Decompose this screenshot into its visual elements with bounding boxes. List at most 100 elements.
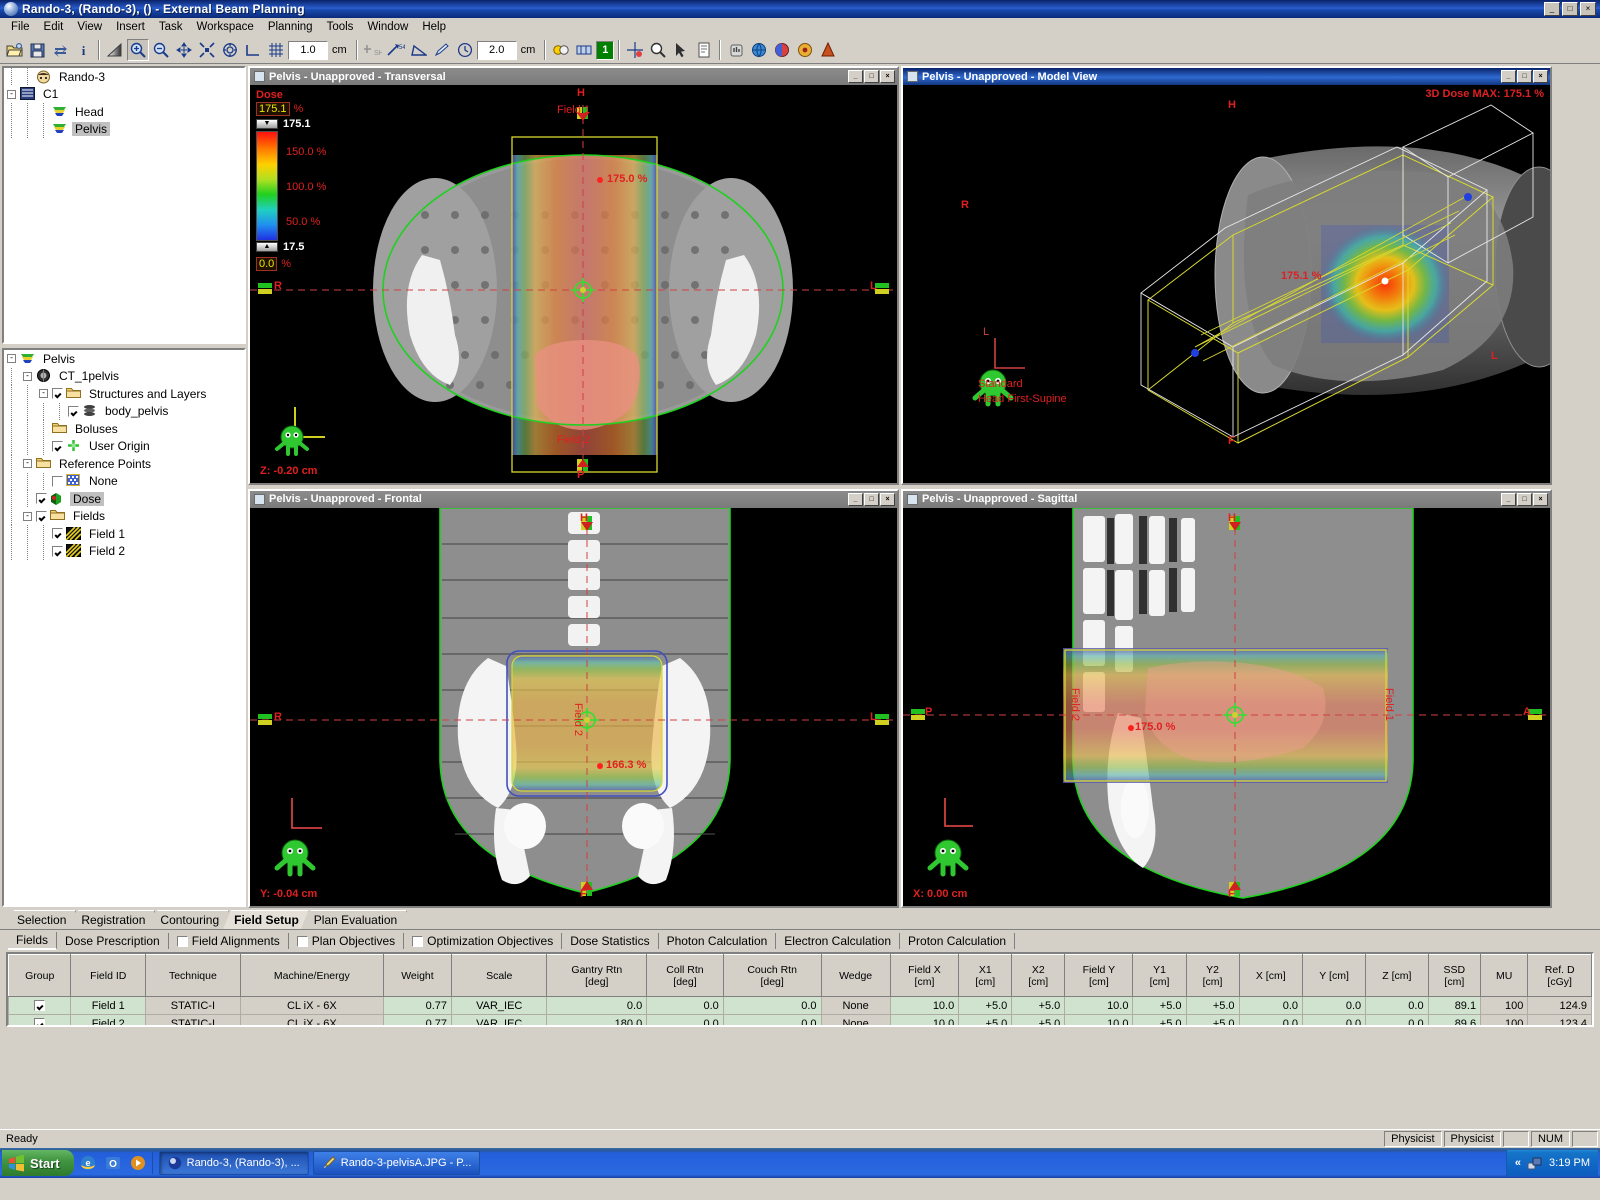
tree-item[interactable]: - Reference Points (4, 455, 244, 473)
angle-icon[interactable] (408, 39, 430, 61)
tree-item[interactable]: - Pelvis (4, 350, 244, 368)
tab-plan-objectives[interactable]: Plan Objectives (289, 933, 405, 949)
ruler-icon[interactable] (242, 39, 264, 61)
cell-gantry[interactable]: 0.0 (546, 996, 648, 1015)
tree-expander[interactable]: - (20, 455, 36, 472)
tree-item[interactable]: Dose (4, 490, 244, 508)
cell-y1[interactable]: +5.0 (1132, 1014, 1187, 1025)
cell-x1[interactable]: +5.0 (958, 996, 1013, 1015)
tree-checkbox[interactable] (52, 440, 63, 452)
open-icon[interactable] (3, 39, 25, 61)
taskbar-item[interactable]: Rando-3-pelvisA.JPG - P... (312, 1151, 481, 1175)
viewport-minimize-button[interactable]: _ (1501, 492, 1516, 506)
tree-item[interactable]: - C1 (4, 86, 244, 104)
tab-dose-statistics[interactable]: Dose Statistics (562, 933, 659, 949)
column-header[interactable]: Wedge (820, 954, 891, 997)
menu-item-planning[interactable]: Planning (261, 19, 320, 35)
dose-max-input[interactable]: 175.1 (256, 102, 290, 116)
cell-y2[interactable]: +5.0 (1185, 996, 1240, 1015)
cell-field_id[interactable]: Field 1 (70, 996, 147, 1015)
workspace-tab-selection[interactable]: Selection (6, 910, 76, 929)
workspace-tab-contouring[interactable]: Contouring (149, 910, 229, 929)
cell-gantry[interactable]: 180.0 (546, 1014, 648, 1025)
cell-field_id[interactable]: Field 2 (70, 1014, 147, 1025)
pencil-icon[interactable] (431, 39, 453, 61)
menu-item-view[interactable]: View (70, 19, 109, 35)
tree-item[interactable]: - CT_1pelvis (4, 367, 244, 386)
tab-checkbox[interactable] (176, 935, 188, 947)
tree-checkbox[interactable] (52, 545, 63, 557)
tree-expander[interactable]: - (4, 350, 20, 367)
info-icon[interactable]: i (72, 39, 94, 61)
group-checkbox[interactable] (34, 1018, 46, 1025)
globe-icon[interactable] (748, 39, 770, 61)
rotate-icon[interactable] (219, 39, 241, 61)
menu-item-edit[interactable]: Edit (37, 19, 71, 35)
tab-optimization-objectives[interactable]: Optimization Objectives (404, 933, 563, 949)
tree-expander[interactable]: - (20, 508, 36, 525)
column-header[interactable]: Field ID (70, 954, 147, 997)
cell-x[interactable]: 0.0 (1238, 996, 1304, 1015)
column-header[interactable]: X [cm] (1238, 954, 1304, 997)
contrast-icon[interactable] (104, 39, 126, 61)
column-header[interactable]: X1 [cm] (958, 954, 1013, 997)
cell-ssd[interactable]: 89.1 (1427, 996, 1482, 1015)
table-row[interactable]: Field 1 STATIC-I CL iX - 6X 0.77 VAR_IEC 0.0 0… (8, 996, 1592, 1015)
dose-colorbar[interactable]: Dose 175.1 % ▼ 175.1 150.0 % 100.0 % 50.… (256, 89, 356, 271)
cell-machine[interactable]: CL iX - 6X (239, 1014, 384, 1025)
tree-item[interactable]: Field 1 (4, 525, 244, 543)
cell-ssd[interactable]: 89.6 (1427, 1014, 1482, 1025)
column-header[interactable]: SSD [cm] (1427, 954, 1482, 997)
viewport-close-button[interactable]: × (1533, 70, 1548, 83)
viewport-close-button[interactable]: × (880, 492, 895, 506)
column-header[interactable]: Coll Rtn [deg] (646, 954, 724, 997)
column-header[interactable]: Y [cm] (1302, 954, 1367, 997)
transversal-canvas[interactable]: Dose 175.1 % ▼ 175.1 150.0 % 100.0 % 50.… (250, 85, 897, 483)
group-cell[interactable] (8, 996, 72, 1015)
menu-item-window[interactable]: Window (360, 19, 415, 35)
column-header[interactable]: Weight (382, 954, 453, 997)
minimize-button[interactable]: _ (1544, 2, 1560, 16)
cell-scale[interactable]: VAR_IEC (451, 1014, 548, 1025)
menu-item-file[interactable]: File (4, 19, 37, 35)
tab-proton-calculation[interactable]: Proton Calculation (900, 933, 1016, 949)
tab-checkbox[interactable] (412, 935, 424, 947)
tree-item[interactable]: Boluses (4, 420, 244, 438)
cell-technique[interactable]: STATIC-I (145, 1014, 241, 1025)
dose-step-input[interactable]: 2.0 (476, 40, 517, 60)
taskbar-item[interactable]: Rando-3, (Rando-3), ... (158, 1151, 309, 1175)
viewport-close-button[interactable]: × (1533, 492, 1548, 506)
cell-coll[interactable]: 0.0 (646, 1014, 724, 1025)
group-checkbox[interactable] (34, 1000, 46, 1011)
clock-icon[interactable] (454, 39, 476, 61)
slice-index-field[interactable]: 1 (596, 40, 615, 60)
media-icon[interactable] (127, 1152, 149, 1174)
cell-z[interactable]: 0.0 (1365, 1014, 1429, 1025)
patient-tree[interactable]: Rando-3 - C1 Head Pelvis (2, 66, 246, 344)
dose-color-gradient[interactable] (256, 131, 278, 241)
transfer-icon[interactable] (49, 39, 71, 61)
add-point-icon[interactable]: SH (362, 39, 384, 61)
ie-icon[interactable]: e (77, 1152, 99, 1174)
cell-weight[interactable]: 0.77 (382, 1014, 453, 1025)
workspace-tab-field-setup[interactable]: Field Setup (223, 910, 309, 929)
outlook-icon[interactable]: O (102, 1152, 124, 1174)
cell-z[interactable]: 0.0 (1365, 996, 1429, 1015)
workspace-tab-plan-evaluation[interactable]: Plan Evaluation (303, 910, 407, 929)
tree-checkbox[interactable] (36, 493, 47, 505)
cell-y[interactable]: 0.0 (1302, 996, 1367, 1015)
cell-y1[interactable]: +5.0 (1132, 996, 1187, 1015)
tree-item[interactable]: Head (4, 103, 244, 121)
zoom-out-icon[interactable] (150, 39, 172, 61)
cell-scale[interactable]: VAR_IEC (451, 996, 548, 1015)
column-header[interactable]: Ref. D [cGy] (1527, 954, 1592, 997)
tab-dose-prescription[interactable]: Dose Prescription (57, 933, 169, 949)
column-header[interactable]: Y2 [cm] (1185, 954, 1240, 997)
column-header[interactable]: Field X [cm] (889, 954, 960, 997)
column-header[interactable]: Gantry Rtn [deg] (546, 954, 648, 997)
viewport-maximize-button[interactable]: □ (1517, 70, 1532, 83)
viewport-maximize-button[interactable]: □ (864, 70, 879, 83)
cell-fieldx[interactable]: 10.0 (889, 996, 960, 1015)
column-header[interactable]: Field Y [cm] (1064, 954, 1134, 997)
tree-checkbox[interactable] (68, 405, 79, 417)
